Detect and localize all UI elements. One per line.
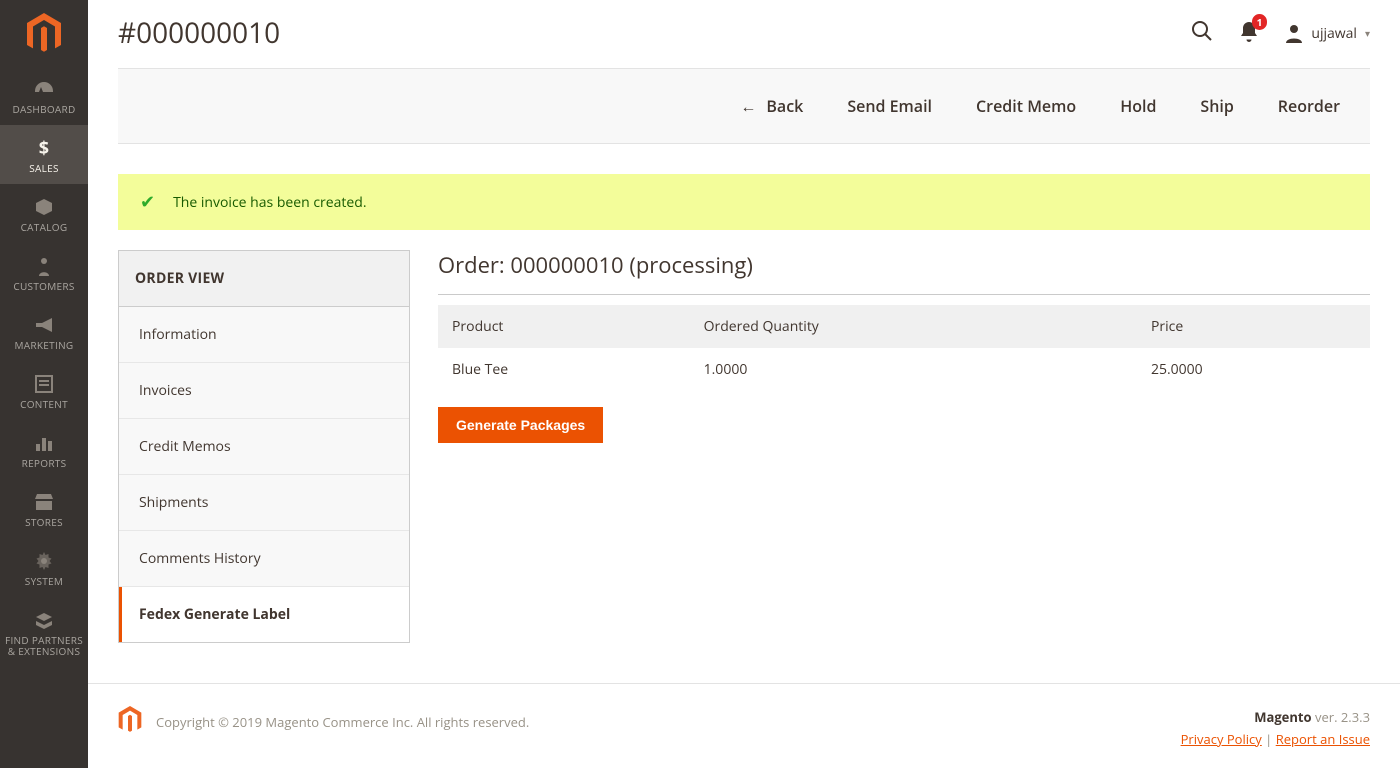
nav-label: FIND PARTNERS & EXTENSIONS [4,635,84,657]
action-label: Send Email [847,95,932,117]
footer: Copyright © 2019 Magento Commerce Inc. A… [88,683,1400,768]
col-price: Price [1137,305,1370,348]
side-label: Shipments [139,493,208,512]
col-product: Product [438,305,690,348]
sales-icon: $ [37,137,51,159]
table-row: Blue Tee 1.0000 25.0000 [438,348,1370,391]
side-item-shipments[interactable]: Shipments [119,475,409,531]
ship-button[interactable]: Ship [1200,95,1233,117]
col-qty: Ordered Quantity [690,305,1137,348]
hold-button[interactable]: Hold [1120,95,1156,117]
order-items-table: Product Ordered Quantity Price Blue Tee … [438,305,1370,391]
nav-stores[interactable]: STORES [0,479,88,538]
catalog-icon [34,196,54,218]
order-view-panel: ORDER VIEW Information Invoices Credit M… [118,250,410,643]
action-label: Ship [1200,95,1233,117]
generate-packages-button[interactable]: Generate Packages [438,407,603,443]
user-menu[interactable]: ujjawal ▾ [1285,23,1370,43]
content-icon [35,373,53,395]
chevron-down-icon: ▾ [1365,26,1370,40]
arrow-left-icon: ← [740,95,756,117]
cell-product: Blue Tee [438,348,690,391]
reorder-button[interactable]: Reorder [1278,95,1340,117]
success-text: The invoice has been created. [173,193,366,212]
stores-icon [34,491,54,513]
credit-memo-button[interactable]: Credit Memo [976,95,1076,117]
action-bar: ← Back Send Email Credit Memo Hold Ship … [118,68,1370,144]
dashboard-icon [33,78,55,100]
order-pane: Order: 000000010 (processing) Product Or… [438,250,1370,443]
marketing-icon [34,314,54,336]
search-icon[interactable] [1191,20,1213,47]
footer-version: ver. 2.3.3 [1312,708,1370,726]
nav-label: SALES [29,163,59,174]
nav-marketing[interactable]: MARKETING [0,302,88,361]
side-label: Credit Memos [139,437,231,456]
nav-label: CUSTOMERS [13,281,74,292]
cell-qty: 1.0000 [690,348,1137,391]
action-label: Reorder [1278,95,1340,117]
notifications-icon[interactable]: 1 [1239,20,1259,47]
nav-label: REPORTS [22,458,67,469]
side-item-invoices[interactable]: Invoices [119,363,409,419]
customers-icon [37,255,51,277]
nav-label: CATALOG [21,222,68,233]
check-icon: ✔ [140,190,155,214]
divider [438,294,1370,295]
side-label: Invoices [139,381,192,400]
nav-dashboard[interactable]: DASHBOARD [0,66,88,125]
nav-content[interactable]: CONTENT [0,361,88,420]
side-item-fedex-label[interactable]: Fedex Generate Label [119,587,409,642]
nav-label: MARKETING [15,340,74,351]
page-header: #000000010 1 ujjawal ▾ [88,0,1400,68]
nav-label: CONTENT [20,399,68,410]
system-icon [35,550,53,572]
page-title: #000000010 [118,14,280,52]
side-item-comments[interactable]: Comments History [119,531,409,587]
nav-label: SYSTEM [25,576,63,587]
copyright-text: Copyright © 2019 Magento Commerce Inc. A… [156,713,529,731]
nav-label: DASHBOARD [12,104,75,115]
side-label: Fedex Generate Label [139,605,290,624]
side-label: Comments History [139,549,261,568]
side-item-credit-memos[interactable]: Credit Memos [119,419,409,475]
back-button[interactable]: ← Back [740,95,803,117]
admin-nav: DASHBOARD $ SALES CATALOG CUSTOMERS MARK… [0,0,88,768]
success-message: ✔ The invoice has been created. [118,174,1370,230]
send-email-button[interactable]: Send Email [847,95,932,117]
cell-price: 25.0000 [1137,348,1370,391]
reports-icon [35,432,53,454]
side-item-information[interactable]: Information [119,307,409,363]
action-label: Back [766,95,803,117]
nav-catalog[interactable]: CATALOG [0,184,88,243]
user-icon [1285,23,1303,43]
svg-text:$: $ [39,138,50,158]
footer-sep: | [1262,730,1276,748]
footer-brand: Magento [1254,708,1311,726]
report-issue-link[interactable]: Report an Issue [1276,730,1370,748]
notifications-badge: 1 [1252,14,1268,30]
user-name: ujjawal [1311,24,1357,43]
nav-sales[interactable]: $ SALES [0,125,88,184]
panel-title: ORDER VIEW [119,251,409,307]
order-title: Order: 000000010 (processing) [438,250,1370,280]
nav-customers[interactable]: CUSTOMERS [0,243,88,302]
magento-logo[interactable] [23,10,65,58]
privacy-link[interactable]: Privacy Policy [1181,730,1262,748]
nav-system[interactable]: SYSTEM [0,538,88,597]
nav-partners[interactable]: FIND PARTNERS & EXTENSIONS [0,597,88,667]
action-label: Credit Memo [976,95,1076,117]
nav-label: STORES [25,517,63,528]
magento-logo-small [118,706,142,738]
nav-reports[interactable]: REPORTS [0,420,88,479]
action-label: Hold [1120,95,1156,117]
partners-icon [34,609,54,631]
side-label: Information [139,325,217,344]
